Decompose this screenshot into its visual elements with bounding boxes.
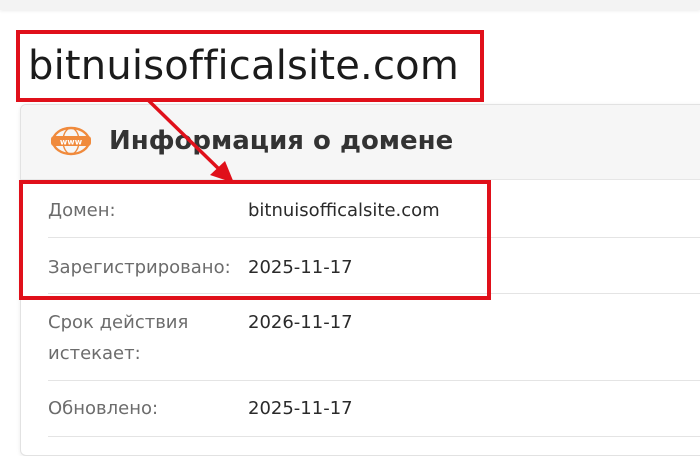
card-header: www Информация о домене (21, 105, 700, 180)
row-divider (48, 380, 700, 381)
svg-text:www: www (60, 138, 83, 147)
row-divider (48, 436, 700, 437)
row-label: Обновлено: (48, 398, 159, 419)
row-label: Срок действия истекает: (48, 312, 189, 364)
row-value: 2025-11-17 (248, 398, 353, 419)
highlight-box-info (19, 180, 491, 300)
card-title: Информация о домене (109, 126, 454, 156)
row-value: 2026-11-17 (248, 312, 353, 333)
highlight-box-domain (16, 30, 484, 102)
www-icon: www (51, 126, 91, 156)
top-bar (0, 0, 700, 10)
